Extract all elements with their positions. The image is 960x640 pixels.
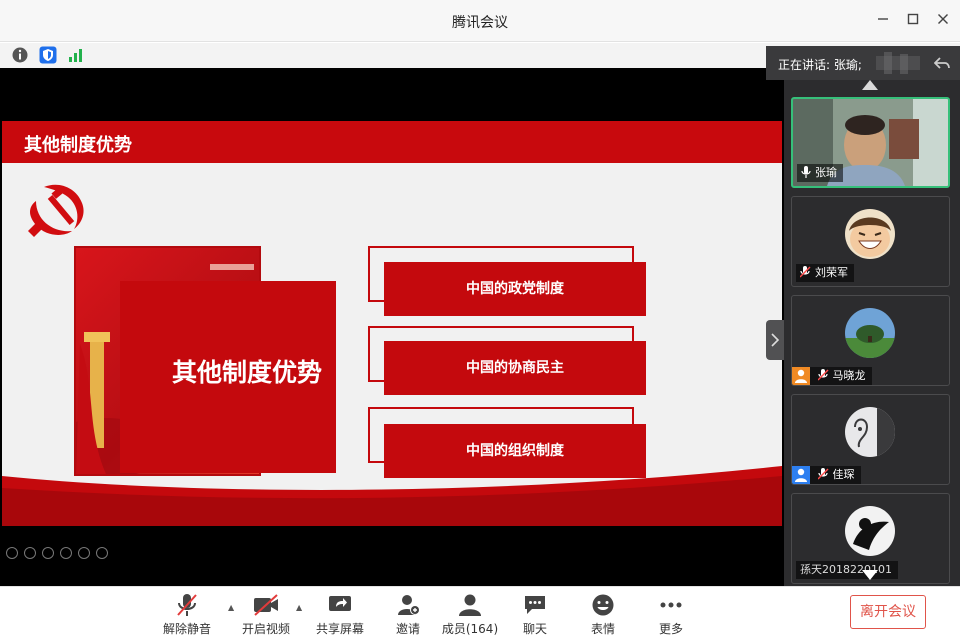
shared-screen: 其他制度优势 其他制度优势 中国的政党制度 中国的协商民主 中国的组织制度 bbox=[0, 68, 784, 586]
presentation-slide: 其他制度优势 其他制度优势 中国的政党制度 中国的协商民主 中国的组织制度 bbox=[2, 121, 782, 526]
slide-bottom-decoration bbox=[2, 466, 782, 526]
collapse-icon[interactable] bbox=[934, 55, 950, 71]
user-icon bbox=[795, 369, 807, 383]
members-icon bbox=[459, 594, 481, 616]
slide-header-bar: 其他制度优势 bbox=[2, 121, 782, 163]
participant-tile-zhangyu[interactable]: 张瑜 bbox=[791, 97, 950, 188]
participant-name: 刘荣军 bbox=[815, 266, 848, 279]
network-signal-icon[interactable] bbox=[67, 46, 85, 64]
participant-tile-suntian[interactable]: 孫天2018220101 bbox=[791, 493, 950, 584]
maximize-button[interactable] bbox=[902, 10, 924, 32]
participant-name-tag: 孫天2018220101 bbox=[796, 561, 898, 579]
more-button[interactable]: 更多 bbox=[641, 593, 701, 637]
party-emblem-icon bbox=[28, 184, 84, 237]
mic-muted-icon bbox=[799, 266, 811, 278]
participant-name: 马晓龙 bbox=[832, 369, 866, 382]
prev-slide-icon[interactable] bbox=[6, 546, 18, 559]
blurred-name-region bbox=[876, 52, 920, 74]
meeting-window: 腾讯会议 其他制度优势 其他制度优势 中国的政党制度 中国的协商民主 中国的组织… bbox=[0, 0, 960, 640]
next-slide-icon[interactable] bbox=[24, 546, 36, 559]
video-options-caret[interactable]: ▲ bbox=[296, 603, 302, 612]
unmute-label: 解除静音 bbox=[162, 622, 211, 636]
share-screen-label: 共享屏幕 bbox=[315, 622, 364, 636]
participant-name-tag: 张瑜 bbox=[797, 164, 843, 182]
user-icon bbox=[795, 468, 807, 482]
sidebar-toggle-button[interactable] bbox=[766, 320, 784, 360]
user-badge bbox=[792, 367, 810, 385]
leave-meeting-button[interactable]: 离开会议 bbox=[850, 595, 926, 629]
minimize-icon bbox=[878, 18, 888, 20]
title-bar: 腾讯会议 bbox=[0, 0, 960, 42]
share-screen-icon bbox=[329, 596, 351, 611]
speaking-label: 正在讲话: 张瑜; bbox=[778, 58, 862, 72]
mic-muted-icon bbox=[817, 369, 828, 381]
invite-button[interactable]: 邀请 bbox=[378, 593, 438, 637]
emoji-icon bbox=[592, 594, 614, 616]
chat-button[interactable]: 聊天 bbox=[505, 593, 565, 637]
chat-label: 聊天 bbox=[522, 622, 547, 636]
participant-name-tag: 刘荣军 bbox=[796, 264, 854, 282]
scroll-down-icon[interactable] bbox=[862, 570, 878, 580]
audio-options-caret[interactable]: ▲ bbox=[228, 603, 234, 612]
start-video-button[interactable]: 开启视频 bbox=[236, 593, 296, 637]
maximize-icon bbox=[907, 13, 919, 25]
chat-icon bbox=[525, 596, 545, 614]
participant-name-tag: 马晓龙 bbox=[792, 367, 872, 385]
camera-off-icon bbox=[254, 594, 278, 616]
add-user-icon bbox=[398, 595, 420, 615]
unmute-button[interactable]: 解除静音 bbox=[157, 593, 217, 637]
silhouette-avatar-image bbox=[845, 506, 895, 556]
participant-tile-liurongjun[interactable]: 刘荣军 bbox=[791, 196, 950, 287]
participant-name: 孫天2018220101 bbox=[800, 563, 892, 576]
info-icon[interactable] bbox=[11, 46, 29, 64]
mic-muted-icon bbox=[817, 468, 828, 480]
share-screen-button[interactable]: 共享屏幕 bbox=[310, 593, 370, 637]
participant-tile-maxiaolong[interactable]: 马晓龙 bbox=[791, 295, 950, 386]
start-video-label: 开启视频 bbox=[241, 622, 290, 636]
more-dots-icon bbox=[660, 602, 682, 608]
reactions-label: 表情 bbox=[590, 622, 615, 636]
members-label: 成员(164) bbox=[441, 622, 499, 636]
cartoon-avatar-image bbox=[845, 209, 895, 259]
more-label: 更多 bbox=[658, 622, 683, 636]
slide-header-title: 其他制度优势 bbox=[24, 135, 132, 156]
slide-item-consultative-democracy: 中国的协商民主 bbox=[384, 341, 646, 395]
slide-nav-controls bbox=[6, 542, 114, 561]
slide-title-card-text: 其他制度优势 bbox=[172, 358, 323, 387]
landscape-avatar-image bbox=[845, 308, 895, 358]
mic-off-icon bbox=[177, 594, 197, 616]
avatar bbox=[845, 407, 895, 457]
slide-item-party-system: 中国的政党制度 bbox=[384, 262, 646, 316]
members-button[interactable]: 成员(164) bbox=[440, 593, 500, 637]
mic-on-icon bbox=[801, 166, 811, 178]
participant-name: 张瑜 bbox=[815, 166, 837, 179]
chevron-right-icon bbox=[771, 333, 780, 347]
close-button[interactable] bbox=[932, 10, 954, 32]
avatar bbox=[845, 506, 895, 556]
minimize-button[interactable] bbox=[872, 10, 894, 32]
security-shield-icon[interactable] bbox=[39, 46, 57, 64]
participant-name-tag: 佳琛 bbox=[792, 466, 861, 484]
pen-icon[interactable] bbox=[42, 546, 54, 559]
meeting-toolbar: 解除静音 ▲ 开启视频 ▲ 共享屏幕 邀请 成员(164) 聊天 表情 更多 离… bbox=[0, 586, 960, 640]
avatar bbox=[845, 308, 895, 358]
sketch-avatar-image bbox=[845, 407, 895, 457]
participant-tile-jiachen[interactable]: 佳琛 bbox=[791, 394, 950, 485]
slide-title-card: 其他制度优势 bbox=[120, 281, 336, 473]
window-title: 腾讯会议 bbox=[452, 15, 508, 31]
more-options-icon[interactable] bbox=[96, 546, 108, 559]
user-badge bbox=[792, 466, 810, 484]
pages-icon[interactable] bbox=[60, 546, 72, 559]
reactions-button[interactable]: 表情 bbox=[573, 593, 633, 637]
scroll-up-icon[interactable] bbox=[862, 80, 878, 90]
participant-name: 佳琛 bbox=[832, 468, 855, 481]
close-icon bbox=[938, 14, 948, 24]
speaking-indicator: 正在讲话: 张瑜; bbox=[766, 46, 960, 90]
zoom-icon[interactable] bbox=[78, 546, 90, 559]
invite-label: 邀请 bbox=[395, 622, 420, 636]
avatar bbox=[845, 209, 895, 259]
